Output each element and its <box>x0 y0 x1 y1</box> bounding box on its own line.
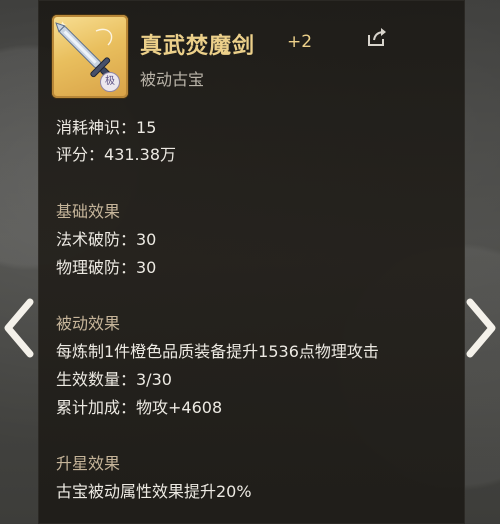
star-effect-line: 古宝被动属性效果提升20% <box>56 482 252 501</box>
next-item-button[interactable] <box>464 298 500 358</box>
rank-badge: 极 <box>100 72 120 92</box>
item-icon-frame: ✦ 极 <box>52 15 128 98</box>
passive-effect-line: 生效数量：3/30 <box>56 370 172 389</box>
base-effect-line: 法术破防：30 <box>56 230 157 249</box>
score-label: 评分： <box>56 145 105 164</box>
score-value: 431.38万 <box>104 145 177 164</box>
passive-effect-line: 每炼制1件橙色品质装备提升1536点物理攻击 <box>56 342 379 361</box>
share-button[interactable] <box>366 26 388 48</box>
consume-row: 消耗神识：15 <box>56 114 156 138</box>
star-effect-heading: 升星效果 <box>56 454 121 473</box>
base-effect-line: 物理破防：30 <box>56 258 157 277</box>
base-effect-heading: 基础效果 <box>56 202 121 221</box>
arrow-left-icon <box>4 298 34 358</box>
consume-value: 15 <box>136 118 157 137</box>
item-type: 被动古宝 <box>140 70 205 89</box>
arrow-right-icon <box>466 298 496 358</box>
item-level: +2 <box>287 32 313 52</box>
share-icon <box>368 28 386 46</box>
consume-label: 消耗神识： <box>56 118 137 137</box>
passive-effect-line: 累计加成：物攻+4608 <box>56 398 223 417</box>
passive-effect-heading: 被动效果 <box>56 314 121 333</box>
prev-item-button[interactable] <box>0 298 36 358</box>
item-name: 真武焚魔剑 <box>140 34 256 59</box>
score-row: 评分：431.38万 <box>56 141 176 165</box>
